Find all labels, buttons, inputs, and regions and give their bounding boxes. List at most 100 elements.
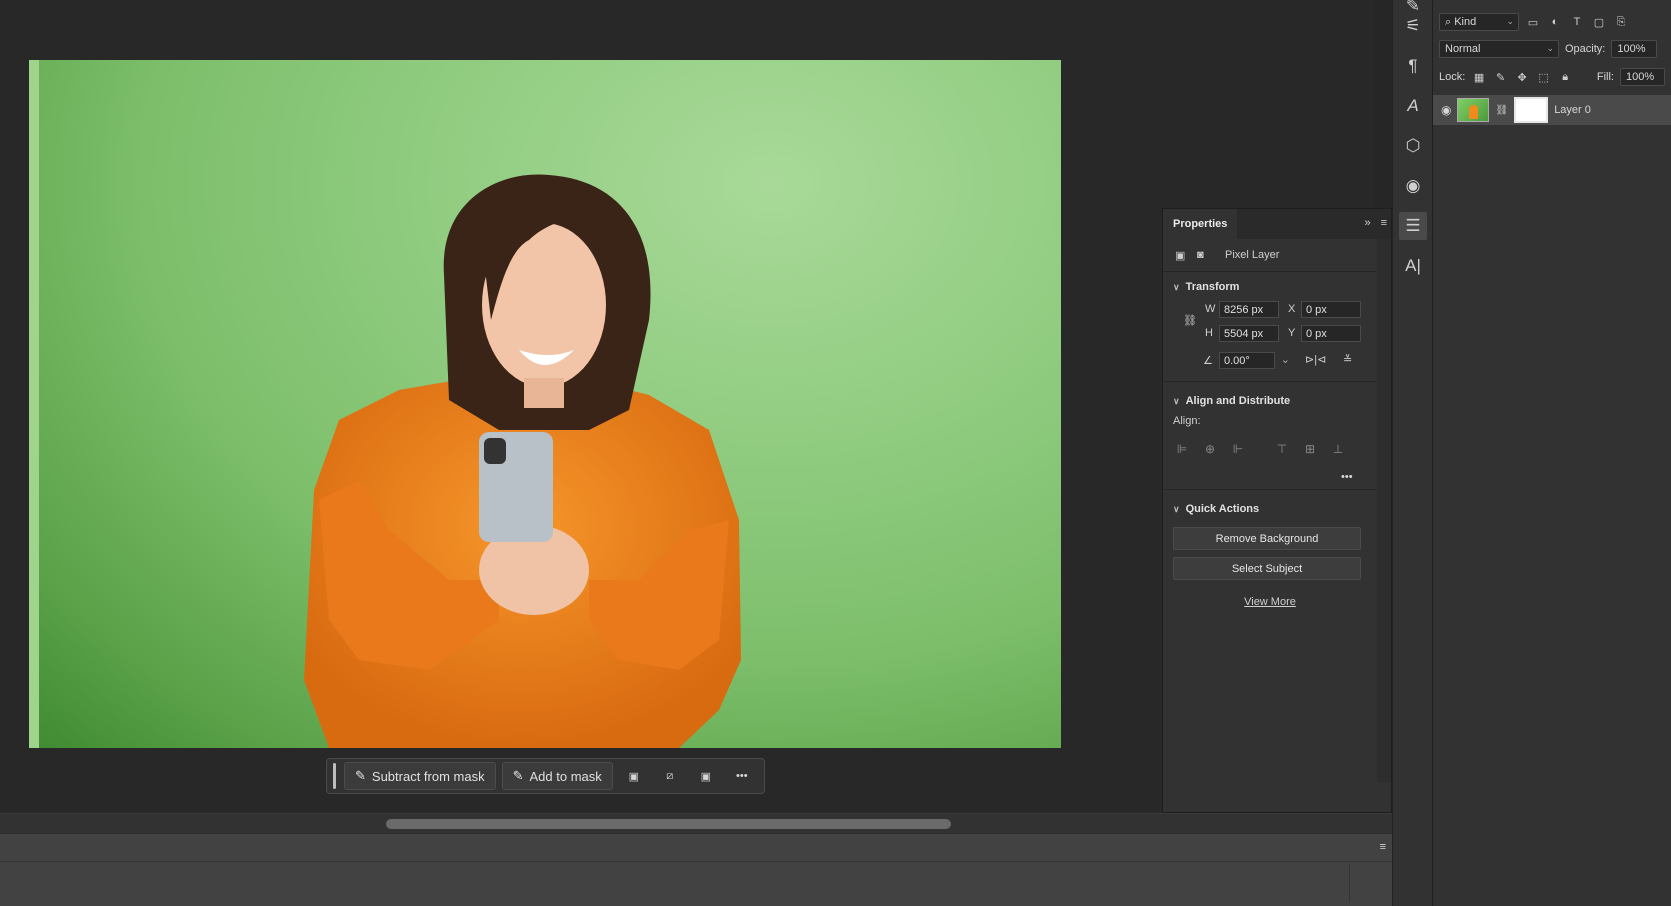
mask-settings-icon: ▣	[628, 770, 639, 783]
more-options-button[interactable]: •••	[727, 762, 757, 790]
angle-field[interactable]: 0.00° ⌄	[1219, 352, 1290, 369]
quick-actions-title: Quick Actions	[1185, 503, 1260, 515]
remove-background-button[interactable]: Remove Background	[1173, 527, 1361, 550]
layer-row[interactable]: ◉ ⛓ Layer 0	[1433, 95, 1671, 125]
properties-tab-bar: Properties » ≡	[1163, 209, 1391, 239]
fill-value: 100%	[1625, 71, 1655, 83]
chevron-down-icon: ∨	[1173, 503, 1180, 514]
align-right-icon[interactable]: ⊩	[1231, 442, 1245, 456]
apply-mask-icon: ▣	[700, 770, 711, 783]
lock-pixels-icon[interactable]: ✎	[1493, 69, 1509, 85]
y-field[interactable]: 0 px	[1301, 325, 1361, 342]
contextual-task-bar: ✎ Subtract from mask ✎ Add to mask ▣ ⧄ ▣…	[326, 758, 765, 794]
disable-mask-icon: ⧄	[666, 769, 674, 782]
scrollbar-thumb[interactable]	[386, 819, 951, 829]
lock-position-icon[interactable]: ✥	[1514, 69, 1530, 85]
brush-minus-icon: ✎	[355, 768, 366, 783]
align-more-button[interactable]: •••	[1341, 471, 1353, 483]
align-center-h-icon[interactable]: ⊕	[1203, 442, 1217, 456]
layer-thumbnail	[1457, 98, 1490, 122]
layer-name[interactable]: Layer 0	[1554, 104, 1591, 116]
type-filter-icon[interactable]: T	[1569, 14, 1585, 30]
chevron-down-icon: ∨	[1173, 281, 1180, 292]
panel-menu-icon[interactable]: ≡	[1380, 841, 1386, 853]
properties-scrollbar[interactable]	[1377, 239, 1391, 782]
shape-filter-icon[interactable]: ▢	[1591, 14, 1607, 30]
width-field[interactable]: 8256 px	[1219, 301, 1279, 318]
visibility-eye-icon[interactable]: ◉	[1441, 103, 1451, 117]
disable-mask-button[interactable]: ⧄	[655, 762, 685, 790]
chevron-down-icon: ∨	[1173, 395, 1180, 406]
pixel-filter-icon[interactable]: ▭	[1525, 14, 1541, 30]
mask-link-icon[interactable]: ⛓	[1495, 105, 1508, 116]
properties-panel-icon[interactable]: ☰	[1399, 212, 1427, 240]
flip-vertical-icon[interactable]: ≚	[1343, 353, 1352, 366]
panel-menu-icon[interactable]: ≡	[1381, 217, 1387, 229]
chevron-down-icon[interactable]: ⌄	[1281, 353, 1290, 366]
fill-label: Fill:	[1596, 71, 1614, 83]
select-subject-button[interactable]: Select Subject	[1173, 557, 1361, 580]
align-label: Align:	[1173, 415, 1201, 427]
brush-plus-icon: ✎	[512, 768, 524, 783]
angle-icon: ∠	[1203, 355, 1213, 367]
quick-actions-section-header[interactable]: ∨ Quick Actions	[1173, 503, 1259, 515]
filter-kind-select[interactable]: ⌕ Kind ⌄	[1439, 13, 1519, 31]
task-bar-grip[interactable]	[333, 763, 336, 789]
3d-cube-icon[interactable]: ⬡	[1399, 132, 1427, 160]
swatches-palette-icon[interactable]: ◉	[1399, 172, 1427, 200]
adjustments-sliders-icon[interactable]: ⚟	[1399, 12, 1427, 40]
glyphs-icon[interactable]: A|	[1399, 252, 1427, 280]
panel-icon-strip: ✎ ⚟ ¶ A ⬡ ◉ ☰ A|	[1392, 0, 1432, 906]
align-bottom-icon[interactable]: ⊥	[1331, 442, 1345, 456]
angle-value: 0.00°	[1224, 354, 1250, 367]
collapse-panel-icon[interactable]: »	[1364, 217, 1370, 229]
x-label: X	[1288, 303, 1296, 315]
bottom-panel-header: ≡	[0, 834, 1392, 862]
subtract-from-mask-button[interactable]: ✎ Subtract from mask	[344, 762, 496, 790]
search-icon: ⌕	[1445, 15, 1455, 28]
add-to-mask-button[interactable]: ✎ Add to mask	[501, 762, 613, 790]
horizontal-scrollbar[interactable]	[0, 813, 1392, 833]
chevron-down-icon: ⌄	[1546, 43, 1554, 53]
apply-mask-button[interactable]: ▣	[691, 762, 721, 790]
width-value: 8256 px	[1224, 303, 1264, 316]
divider	[1163, 489, 1377, 490]
lock-artboard-icon[interactable]: ⬚	[1536, 69, 1552, 85]
lock-all-icon[interactable]: 🔒︎	[1557, 69, 1573, 85]
properties-panel: Properties » ≡ ▣ ◙ Pixel Layer ∨ Transfo…	[1162, 208, 1392, 813]
align-top-icon[interactable]: ⊤	[1275, 442, 1289, 456]
adjustment-filter-icon[interactable]: ◐	[1547, 14, 1563, 30]
blend-opacity-row: Normal ⌄ Opacity: 100%	[1433, 36, 1671, 62]
tab-properties[interactable]: Properties	[1163, 209, 1238, 239]
bottom-divider	[1349, 864, 1350, 902]
layers-panel: ⌕ Kind ⌄ ▭ ◐ T ▢ ⎘ Normal ⌄ Opacity: 100…	[1432, 0, 1671, 906]
fill-field[interactable]: 100%	[1619, 68, 1665, 86]
blend-mode-select[interactable]: Normal ⌄	[1439, 40, 1559, 58]
mask-settings-button[interactable]: ▣	[619, 762, 649, 790]
document-photo[interactable]	[29, 60, 1061, 748]
opacity-field[interactable]: 100%	[1611, 40, 1658, 58]
more-icon: •••	[736, 770, 748, 782]
divider	[1163, 381, 1377, 382]
blend-mode-value: Normal	[1445, 43, 1481, 55]
height-field[interactable]: 5504 px	[1219, 325, 1279, 342]
link-proportions-icon[interactable]: ⛓	[1183, 314, 1197, 327]
lock-transparency-icon[interactable]: ▦	[1471, 69, 1487, 85]
y-label: Y	[1288, 327, 1296, 339]
x-field[interactable]: 0 px	[1301, 301, 1361, 318]
layer-filter-row: ⌕ Kind ⌄ ▭ ◐ T ▢ ⎘	[1433, 9, 1671, 35]
transform-section-header[interactable]: ∨ Transform	[1173, 281, 1239, 293]
align-title: Align and Distribute	[1185, 395, 1291, 407]
view-more-link[interactable]: View More	[1163, 596, 1377, 608]
smart-object-filter-icon[interactable]: ⎘	[1613, 14, 1629, 30]
flip-horizontal-icon[interactable]: ⊳|⊲	[1305, 353, 1326, 366]
filter-kind-value: Kind	[1454, 16, 1477, 28]
divider	[1163, 271, 1377, 272]
align-left-icon[interactable]: ⊫	[1175, 442, 1189, 456]
align-middle-v-icon[interactable]: ⊞	[1303, 442, 1317, 456]
layer-mask-thumbnail[interactable]	[1514, 97, 1549, 123]
align-section-header[interactable]: ∨ Align and Distribute	[1173, 395, 1290, 407]
paragraph-icon[interactable]: ¶	[1399, 52, 1427, 80]
character-icon[interactable]: A	[1399, 92, 1427, 120]
lock-fill-row: Lock: ▦ ✎ ✥ ⬚ 🔒︎ Fill: 100%	[1433, 64, 1671, 90]
